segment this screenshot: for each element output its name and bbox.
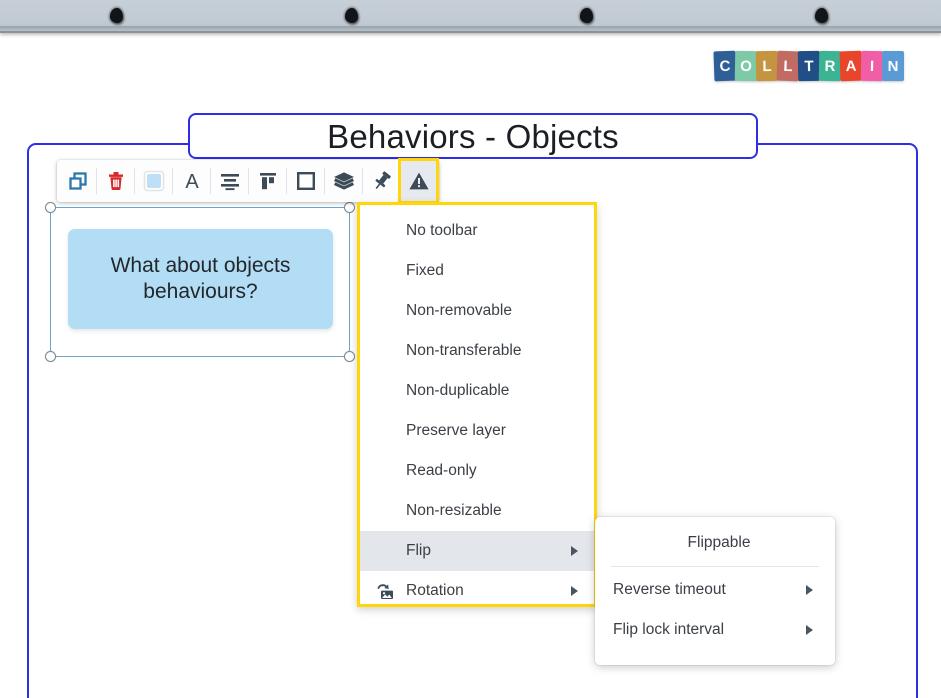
app-root: COLLTRAIN Behaviors - Objects What about… bbox=[0, 0, 941, 698]
resize-handle-bottom-right[interactable] bbox=[344, 351, 355, 362]
logo-tile-o-1: O bbox=[734, 50, 758, 82]
submenu-item-label: Flip lock interval bbox=[613, 621, 725, 638]
colltrain-logo: COLLTRAIN bbox=[713, 41, 904, 82]
resize-handle-bottom-left[interactable] bbox=[45, 351, 56, 362]
submenu-divider bbox=[611, 566, 819, 567]
menu-item-flip[interactable]: Flip bbox=[360, 531, 594, 571]
rail-pin bbox=[345, 8, 358, 23]
menu-item-label: Non-resizable bbox=[406, 502, 502, 519]
delete-icon[interactable] bbox=[97, 160, 134, 202]
rail-shadow bbox=[0, 26, 941, 31]
layers-icon[interactable] bbox=[325, 160, 362, 202]
logo-tile-r-5: R bbox=[818, 50, 842, 82]
resize-handle-top-right[interactable] bbox=[344, 202, 355, 213]
menu-item-non-transferable[interactable]: Non-transferable bbox=[360, 331, 594, 371]
chevron-right-icon bbox=[806, 585, 813, 595]
menu-item-label: Preserve layer bbox=[406, 422, 506, 439]
submenu-item-label: Reverse timeout bbox=[613, 581, 726, 598]
resize-handle-top-left[interactable] bbox=[45, 202, 56, 213]
submenu-item-flip-lock-interval[interactable]: Flip lock interval bbox=[595, 610, 835, 650]
chevron-right-icon bbox=[571, 586, 578, 596]
logo-tile-t-4: T bbox=[797, 50, 821, 82]
menu-item-non-resizable[interactable]: Non-resizable bbox=[360, 491, 594, 531]
chevron-right-icon bbox=[806, 625, 813, 635]
fill-color-icon[interactable] bbox=[135, 160, 172, 202]
object-toolbar: A bbox=[57, 158, 439, 204]
border-icon[interactable] bbox=[287, 160, 324, 202]
text-align-icon[interactable] bbox=[211, 160, 248, 202]
rail-pin bbox=[110, 8, 123, 23]
duplicate-icon[interactable] bbox=[59, 160, 96, 202]
rail-pin bbox=[815, 8, 828, 23]
menu-item-label: Non-removable bbox=[406, 302, 512, 319]
menu-item-label: Non-transferable bbox=[406, 342, 522, 359]
pin-icon[interactable] bbox=[363, 160, 400, 202]
menu-item-label: Rotation bbox=[406, 582, 464, 599]
rail-pin bbox=[580, 8, 593, 23]
menu-item-non-duplicable[interactable]: Non-duplicable bbox=[360, 371, 594, 411]
logo-tile-n-8: N bbox=[882, 51, 904, 81]
logo-tile-l-2: L bbox=[755, 50, 779, 82]
menu-item-label: No toolbar bbox=[406, 222, 478, 239]
submenu-item-flippable[interactable]: Flippable bbox=[595, 523, 835, 563]
rotate-image-icon bbox=[374, 581, 394, 601]
menu-item-fixed[interactable]: Fixed bbox=[360, 251, 594, 291]
menu-item-no-toolbar[interactable]: No toolbar bbox=[360, 211, 594, 251]
logo-tile-l-3: L bbox=[776, 50, 800, 82]
submenu-item-reverse-timeout[interactable]: Reverse timeout bbox=[595, 570, 835, 610]
menu-item-read-only[interactable]: Read-only bbox=[360, 451, 594, 491]
behaviors-context-menu: No toolbar Fixed Non-removable Non-transfer… bbox=[357, 202, 597, 607]
logo-tile-c-0: C bbox=[713, 50, 737, 82]
svg-text:A: A bbox=[185, 171, 199, 192]
menu-item-preserve-layer[interactable]: Preserve layer bbox=[360, 411, 594, 451]
menu-item-label: Non-duplicable bbox=[406, 382, 510, 399]
menu-item-label: Read-only bbox=[406, 462, 477, 479]
menu-item-label: Fixed bbox=[406, 262, 444, 279]
board-title-plate[interactable]: Behaviors - Objects bbox=[188, 113, 758, 159]
chevron-right-icon bbox=[571, 546, 578, 556]
logo-tile-a-6: A bbox=[839, 50, 863, 82]
behaviors-icon[interactable] bbox=[398, 158, 439, 204]
flip-submenu: Flippable Reverse timeout Flip lock interv… bbox=[595, 517, 835, 665]
page-title: Behaviors - Objects bbox=[327, 117, 619, 155]
submenu-item-label: Flippable bbox=[687, 534, 751, 551]
selection-rectangle bbox=[45, 202, 355, 362]
menu-item-rotation[interactable]: Rotation bbox=[360, 571, 594, 611]
menu-item-non-removable[interactable]: Non-removable bbox=[360, 291, 594, 331]
vertical-align-icon[interactable] bbox=[249, 160, 286, 202]
menu-item-label: Flip bbox=[406, 542, 431, 559]
font-icon[interactable]: A bbox=[173, 160, 210, 202]
logo-tile-i-7: I bbox=[860, 50, 884, 82]
board-rail bbox=[0, 0, 941, 33]
